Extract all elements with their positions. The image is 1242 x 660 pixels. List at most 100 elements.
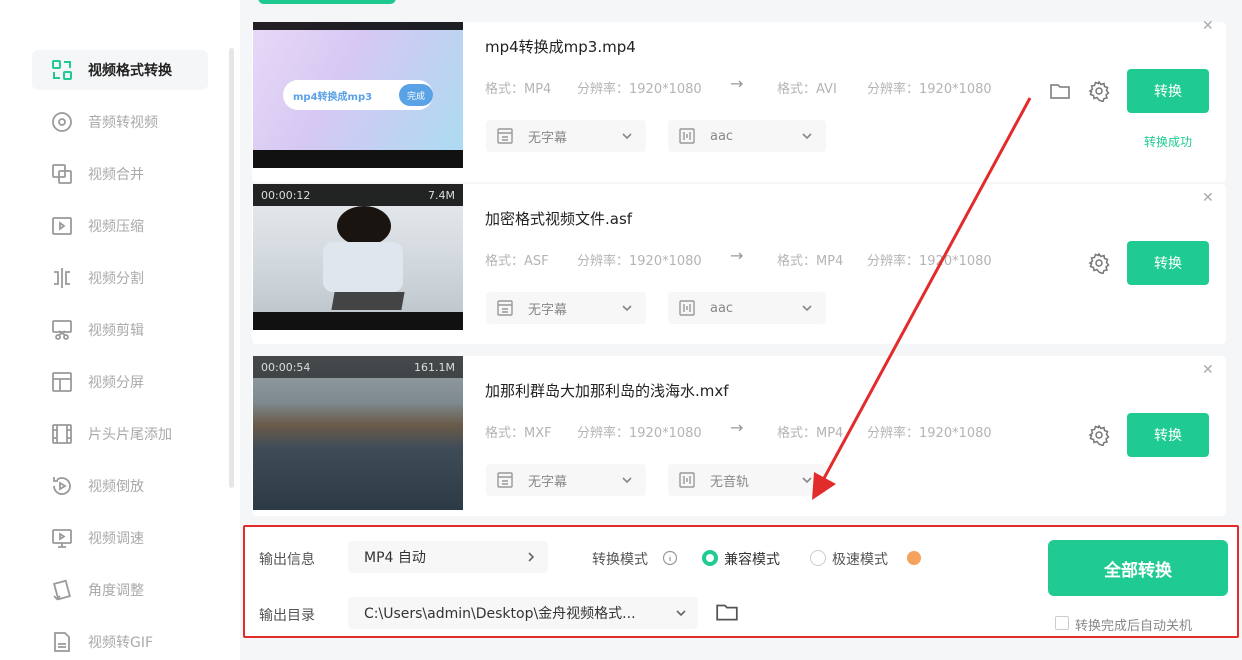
sidebar-item-label: 视频压缩 (88, 219, 144, 235)
target-format: 格式：MP4 (777, 426, 844, 441)
source-resolution: 分辨率：1920*1080 (577, 82, 702, 97)
arrow-right-icon: → (730, 418, 744, 437)
sidebar-item-split-screen[interactable]: 视频分屏 (32, 362, 208, 402)
output-dir-select[interactable]: C:\Users\admin\Desktop\金舟视频格式... (348, 597, 698, 629)
output-dir-label: 输出目录 (259, 608, 315, 624)
status-text: 转换成功 (1144, 135, 1193, 149)
file-name: mp4转换成mp3.mp4 (485, 38, 636, 56)
audio-select[interactable]: 无音轨 (668, 464, 826, 496)
sidebar-item-label: 视频格式转换 (88, 63, 172, 79)
gif-icon (50, 630, 74, 654)
output-info-label: 输出信息 (259, 552, 315, 568)
sidebar-item-rotate[interactable]: 角度调整 (32, 570, 208, 610)
split-icon (50, 266, 74, 290)
subtitle-icon (497, 472, 513, 488)
audio-value: aac (710, 300, 734, 316)
target-format: 格式：MP4 (777, 254, 844, 269)
sidebar-item-gif[interactable]: 视频转GIF (32, 622, 208, 660)
sidebar-item-speed[interactable]: 视频调速 (32, 518, 208, 558)
sidebar-item-intro-outro[interactable]: 片头片尾添加 (32, 414, 208, 454)
subtitle-select[interactable]: 无字幕 (486, 120, 646, 152)
source-format: 格式：MXF (485, 426, 552, 441)
audio-value: 无音轨 (710, 474, 750, 490)
gear-icon[interactable] (1088, 424, 1110, 446)
subtitle-icon (497, 128, 513, 144)
video-thumbnail[interactable]: 00:00:54 161.1M (253, 356, 463, 510)
chevron-down-icon (802, 477, 812, 484)
close-icon[interactable]: ✕ (1202, 190, 1214, 206)
video-thumbnail[interactable]: mp4转换成mp3 完成 (253, 22, 463, 168)
output-settings-panel: 输出信息 MP4 自动 转换模式 兼容模式 极速模式 输出目录 C:\Users… (243, 525, 1239, 638)
source-format: 格式：ASF (485, 254, 549, 269)
chevron-down-icon (622, 477, 632, 484)
sidebar-item-audio-to-video[interactable]: 音频转视频 (32, 102, 208, 142)
sidebar-item-merge[interactable]: 视频合并 (32, 154, 208, 194)
audio-track-icon (679, 300, 695, 316)
rewind-icon (50, 474, 74, 498)
chevron-down-icon (802, 133, 812, 140)
video-thumbnail[interactable]: 00:00:12 7.4M (253, 184, 463, 330)
format-convert-icon (50, 58, 74, 82)
split-screen-icon (50, 370, 74, 394)
audio-disc-icon (50, 110, 74, 134)
audio-select[interactable]: aac (668, 292, 826, 324)
video-duration: 00:00:54 (261, 360, 311, 374)
chevron-down-icon (622, 133, 632, 140)
folder-icon[interactable] (715, 600, 739, 624)
auto-shutdown-checkbox[interactable] (1055, 616, 1069, 630)
mode-compat-label[interactable]: 兼容模式 (724, 549, 780, 569)
subtitle-value: 无字幕 (528, 302, 568, 318)
top-tab-active[interactable] (258, 0, 396, 4)
auto-shutdown-label[interactable]: 转换完成后自动关机 (1075, 615, 1192, 634)
close-icon[interactable]: ✕ (1202, 362, 1214, 378)
video-size: 7.4M (428, 188, 455, 202)
sidebar-item-label: 视频转GIF (88, 635, 154, 651)
info-icon[interactable] (662, 550, 678, 566)
convert-all-button[interactable]: 全部转换 (1048, 540, 1228, 596)
mode-fast-label[interactable]: 极速模式 (832, 549, 888, 569)
source-resolution: 分辨率：1920*1080 (577, 426, 702, 441)
thumb-info-bar: 00:00:12 7.4M (253, 184, 463, 206)
convert-button[interactable]: 转换 (1127, 69, 1209, 113)
close-icon[interactable]: ✕ (1202, 18, 1214, 34)
video-size: 161.1M (414, 360, 455, 374)
compress-icon (50, 214, 74, 238)
thumb-badge: 完成 (399, 84, 433, 106)
mode-fast-radio[interactable] (810, 550, 826, 566)
vip-badge-icon (907, 551, 921, 565)
audio-track-icon (679, 128, 695, 144)
gear-icon[interactable] (1088, 80, 1110, 102)
mode-compat-radio[interactable] (702, 550, 718, 566)
output-format-value: MP4 自动 (364, 550, 426, 566)
film-icon (50, 422, 74, 446)
audio-select[interactable]: aac (668, 120, 826, 152)
sidebar-item-compress[interactable]: 视频压缩 (32, 206, 208, 246)
sidebar-scrollbar[interactable] (229, 48, 234, 488)
video-duration: 00:00:12 (261, 188, 311, 202)
audio-track-icon (679, 472, 695, 488)
output-format-select[interactable]: MP4 自动 (348, 541, 548, 573)
sidebar-item-label: 视频剪辑 (88, 323, 144, 339)
subtitle-select[interactable]: 无字幕 (486, 292, 646, 324)
scissors-icon (50, 318, 74, 342)
convert-button[interactable]: 转换 (1127, 241, 1209, 285)
thumb-bottom-strip (253, 150, 463, 168)
folder-icon[interactable] (1049, 80, 1071, 102)
convert-button[interactable]: 转换 (1127, 413, 1209, 457)
sidebar-item-label: 视频分割 (88, 271, 144, 287)
subtitle-select[interactable]: 无字幕 (486, 464, 646, 496)
subtitle-value: 无字幕 (528, 130, 568, 146)
audio-value: aac (710, 128, 734, 144)
sidebar-item-edit[interactable]: 视频剪辑 (32, 310, 208, 350)
sidebar-item-reverse[interactable]: 视频倒放 (32, 466, 208, 506)
thumb-person-head (337, 206, 391, 246)
chevron-down-icon (802, 305, 812, 312)
rotate-icon (50, 578, 74, 602)
file-name: 加那利群岛大加那利岛的浅海水.mxf (485, 382, 729, 400)
target-resolution: 分辨率：1920*1080 (867, 426, 992, 441)
gear-icon[interactable] (1088, 252, 1110, 274)
sidebar-item-label: 视频分屏 (88, 375, 144, 391)
thumb-info-bar: 00:00:54 161.1M (253, 356, 463, 378)
sidebar-item-split[interactable]: 视频分割 (32, 258, 208, 298)
sidebar-item-format-convert[interactable]: 视频格式转换 (32, 50, 208, 90)
